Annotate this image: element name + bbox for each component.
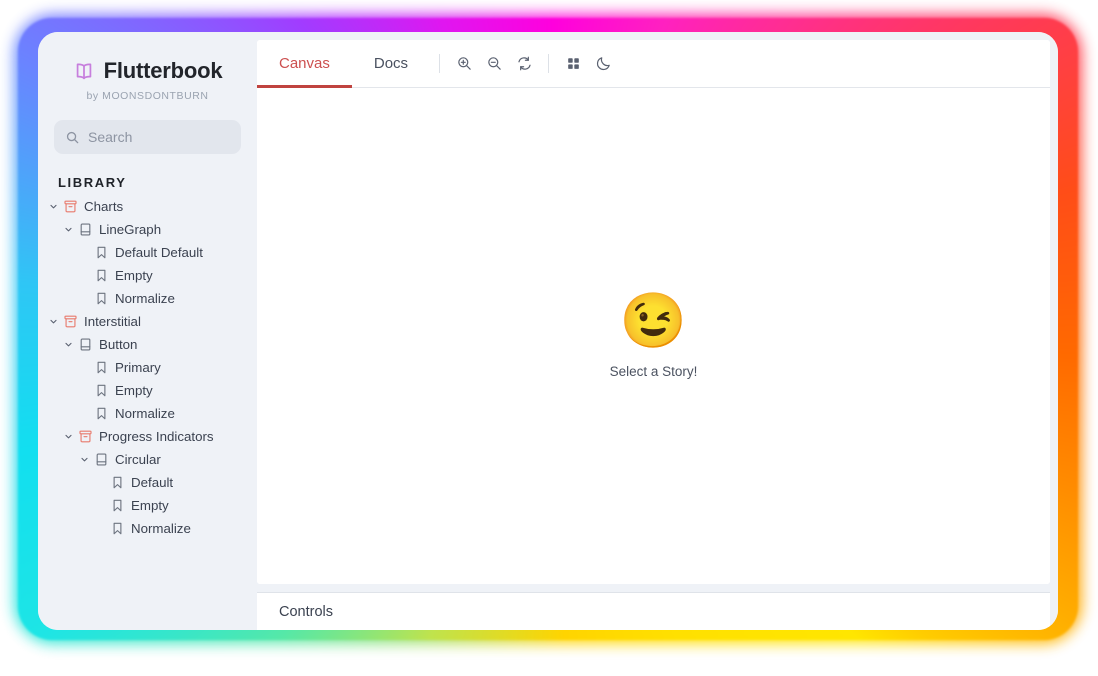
tree-item-label: Empty	[115, 383, 153, 398]
chevron-down-icon[interactable]	[62, 223, 75, 236]
tree-item-label: LineGraph	[99, 222, 162, 237]
bookmark-icon	[94, 268, 109, 283]
tree-item-label: Progress Indicators	[99, 429, 214, 444]
toolbar-divider-1	[439, 54, 441, 73]
bookmark-icon	[110, 498, 125, 513]
tree-item[interactable]: Default Default	[38, 241, 257, 264]
tree-item-label: Normalize	[131, 521, 191, 536]
controls-panel[interactable]: Controls	[257, 592, 1050, 630]
tab-docs[interactable]: Docs	[352, 40, 430, 87]
brand-byline: by MOONSDONTBURN	[86, 90, 209, 102]
sidebar: Flutterbook by MOONSDONTBURN LIBRARY Cha…	[38, 32, 257, 630]
dark-mode-button[interactable]	[588, 55, 618, 72]
bookmark-icon	[94, 406, 109, 421]
empty-state-message: Select a Story!	[609, 363, 698, 379]
bookmark-icon	[94, 245, 109, 260]
dark-mode-moon-icon	[595, 55, 612, 72]
tree-item[interactable]: Progress Indicators	[38, 425, 257, 448]
chevron-down-icon[interactable]	[62, 338, 75, 351]
search-box[interactable]	[54, 120, 241, 154]
tree-item[interactable]: Empty	[38, 494, 257, 517]
zoom-out-icon	[486, 55, 503, 72]
zoom-out-button[interactable]	[479, 55, 509, 72]
chevron-down-icon[interactable]	[47, 200, 60, 213]
tab-canvas[interactable]: Canvas	[257, 40, 352, 88]
tree-item-label: Interstitial	[84, 314, 141, 329]
book-icon	[78, 222, 93, 237]
tree-item[interactable]: Default	[38, 471, 257, 494]
bookmark-icon	[94, 291, 109, 306]
tree-item-label: Circular	[115, 452, 161, 467]
bookmark-icon	[94, 360, 109, 375]
canvas-panel: Canvas Docs 😉 Select a Story!	[257, 40, 1050, 584]
library-section-title: LIBRARY	[58, 175, 127, 190]
application-window: Flutterbook by MOONSDONTBURN LIBRARY Cha…	[38, 32, 1058, 630]
brand-name: Flutterbook	[103, 58, 223, 83]
open-book-icon	[73, 60, 95, 82]
folder-box-icon	[78, 429, 93, 444]
book-icon	[78, 337, 93, 352]
grid-icon	[566, 56, 581, 71]
main-area: Canvas Docs 😉 Select a Story! Controls	[257, 32, 1058, 630]
tree-item-label: Button	[99, 337, 138, 352]
toolbar-divider-2	[548, 54, 550, 73]
folder-box-icon	[63, 314, 78, 329]
grid-button[interactable]	[558, 56, 588, 71]
tree-item[interactable]: Interstitial	[38, 310, 257, 333]
tab-canvas-label: Canvas	[279, 55, 330, 72]
toolbar-zoom-group	[449, 40, 539, 87]
tree-item[interactable]: Circular	[38, 448, 257, 471]
chevron-down-icon[interactable]	[62, 430, 75, 443]
zoom-in-button[interactable]	[449, 55, 479, 72]
app-root: Flutterbook by MOONSDONTBURN LIBRARY Cha…	[0, 0, 1098, 676]
chevron-down-icon[interactable]	[78, 453, 91, 466]
toolbar-view-group	[558, 40, 618, 87]
brand-header: Flutterbook	[38, 32, 257, 84]
search-input[interactable]	[88, 129, 230, 145]
tree-item[interactable]: Empty	[38, 264, 257, 287]
tree-item[interactable]: Primary	[38, 356, 257, 379]
zoom-in-icon	[456, 55, 473, 72]
tree-item[interactable]: Normalize	[38, 287, 257, 310]
bookmark-icon	[110, 521, 125, 536]
bookmark-icon	[94, 383, 109, 398]
folder-box-icon	[63, 199, 78, 214]
book-icon	[94, 452, 109, 467]
reset-rotate-icon	[516, 55, 533, 72]
tree-item[interactable]: Charts	[38, 195, 257, 218]
tree-item[interactable]: Empty	[38, 379, 257, 402]
tree-item-label: Normalize	[115, 406, 175, 421]
tree-item[interactable]: Normalize	[38, 517, 257, 540]
tree-item-label: Charts	[84, 199, 124, 214]
chevron-down-icon[interactable]	[47, 315, 60, 328]
canvas-stage: 😉 Select a Story!	[257, 88, 1050, 584]
tree-item-label: Default	[131, 475, 174, 490]
tree-item[interactable]: LineGraph	[38, 218, 257, 241]
tree-item-label: Default Default	[115, 245, 203, 260]
search-icon	[65, 130, 80, 145]
tree-item-label: Normalize	[115, 291, 175, 306]
reset-rotate-button[interactable]	[509, 55, 539, 72]
canvas-toolbar: Canvas Docs	[257, 40, 1050, 88]
tree-item-label: Empty	[115, 268, 153, 283]
library-tree: Charts LineGraph Default Default Empty Norma…	[38, 195, 257, 540]
tree-item-label: Primary	[115, 360, 161, 375]
controls-label: Controls	[279, 603, 333, 620]
tree-item-label: Empty	[131, 498, 169, 513]
tree-item[interactable]: Normalize	[38, 402, 257, 425]
bookmark-icon	[110, 475, 125, 490]
tree-item[interactable]: Button	[38, 333, 257, 356]
tab-docs-label: Docs	[373, 55, 409, 72]
winking-face-emoji: 😉	[619, 290, 688, 351]
